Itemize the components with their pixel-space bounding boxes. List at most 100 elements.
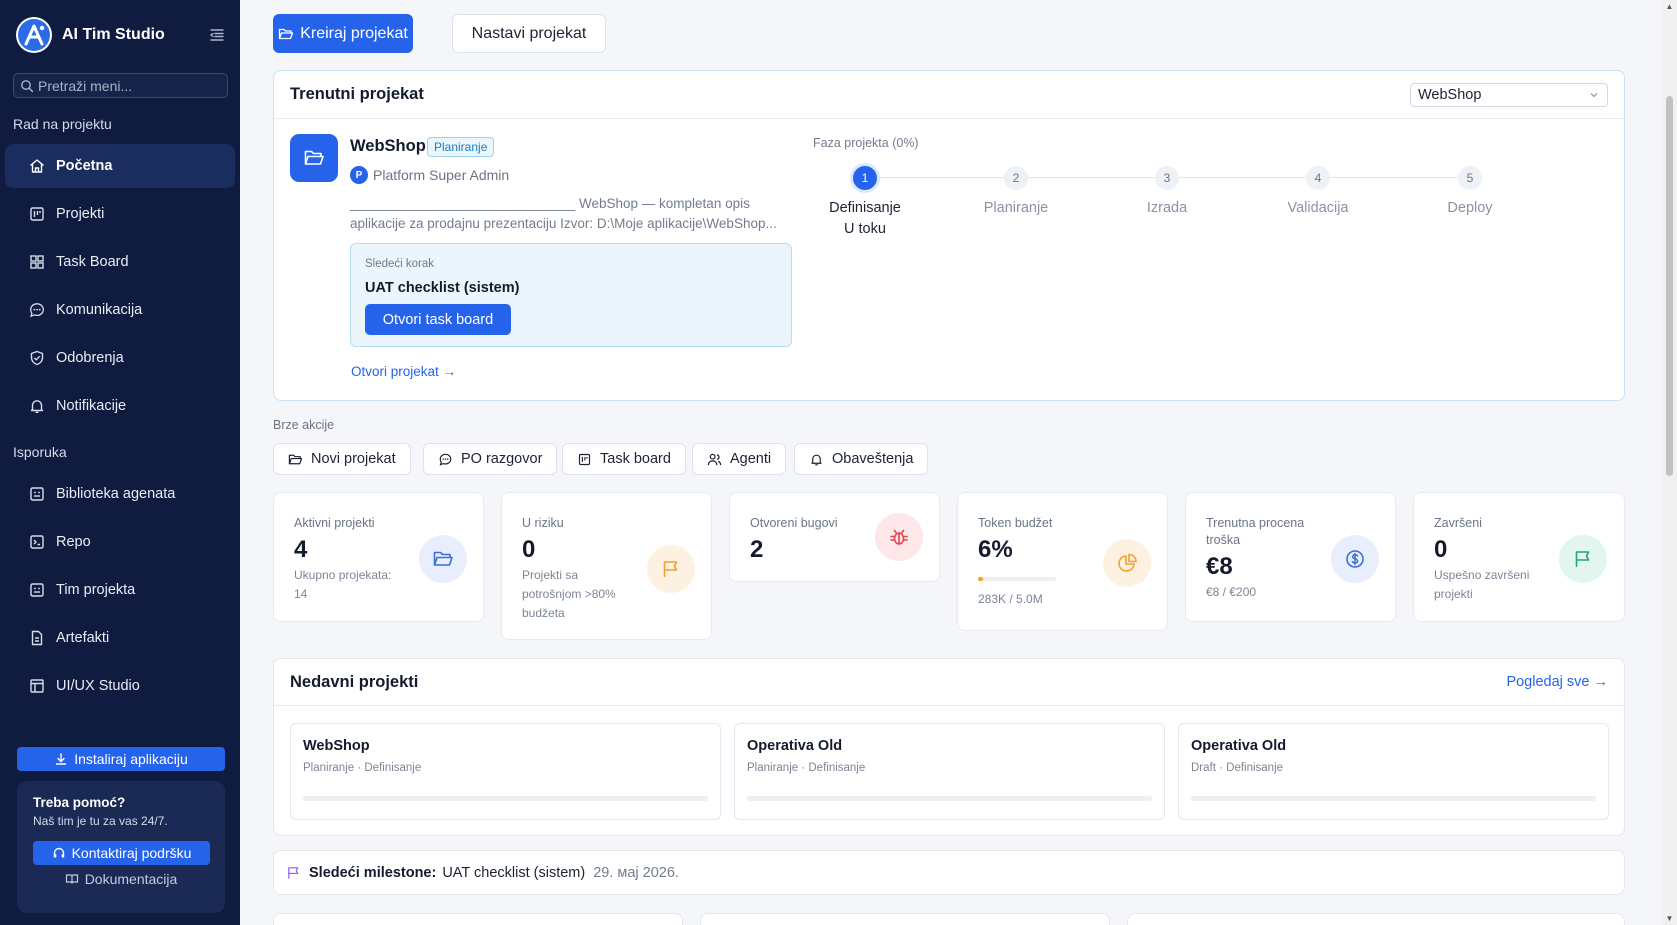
scrollbar[interactable]: ▲ ▼ xyxy=(1662,0,1677,925)
recent-project-item[interactable]: Operativa Old Draft · Definisanje xyxy=(1178,723,1609,820)
scroll-down-icon[interactable]: ▼ xyxy=(1665,914,1674,923)
step-number: 3 xyxy=(1155,166,1179,190)
step-label: Deploy xyxy=(1447,200,1493,216)
step-number: 4 xyxy=(1306,166,1330,190)
install-app-button[interactable]: Instaliraj aplikaciju xyxy=(17,747,225,771)
quick-action-label: Novi projekat xyxy=(311,451,396,467)
recent-project-name: Operativa Old xyxy=(1191,738,1287,754)
project-select[interactable]: WebShop xyxy=(1410,82,1608,107)
sidebar: AI Tim Studio Rad na projektu Početna Pr… xyxy=(0,0,240,925)
stat-completed: Završeni 0 Uspešno završeni projekti xyxy=(1413,492,1625,622)
recent-project-item[interactable]: WebShop Planiranje · Definisanje xyxy=(290,723,721,820)
sidebar-item-uiux-studio[interactable]: UI/UX Studio xyxy=(5,664,235,708)
quick-po-chat-button[interactable]: PO razgovor xyxy=(423,443,558,475)
stat-title: Aktivni projekti xyxy=(294,516,375,530)
contact-support-button[interactable]: Kontaktiraj podršku xyxy=(33,841,210,865)
owner-name: Platform Super Admin xyxy=(373,167,510,183)
stat-subtitle: Ukupno projekata: 14 xyxy=(294,568,392,601)
documentation-link[interactable]: Dokumentacija xyxy=(33,871,209,887)
continue-project-button[interactable]: Nastavi projekat xyxy=(452,14,606,53)
bell-icon xyxy=(30,400,44,413)
sidebar-item-task-board[interactable]: Task Board xyxy=(5,240,235,284)
sidebar-item-odobrenja[interactable]: Odobrenja xyxy=(5,336,235,380)
sidebar-item-projekti[interactable]: Projekti xyxy=(5,192,235,236)
quick-new-project-button[interactable]: Novi projekat xyxy=(273,443,411,475)
agent-library-icon xyxy=(30,487,44,501)
milestone-date: 29. мај 2026. xyxy=(593,864,679,881)
open-project-link[interactable]: Otvori projekat → xyxy=(351,364,456,379)
quick-action-label: Task board xyxy=(600,451,671,467)
scroll-up-icon[interactable]: ▲ xyxy=(1665,2,1674,11)
board-icon xyxy=(578,453,591,465)
app-logo[interactable] xyxy=(16,17,52,53)
home-icon xyxy=(30,159,44,173)
create-project-label: Kreiraj projekat xyxy=(300,24,408,42)
open-task-board-button[interactable]: Otvori task board xyxy=(365,304,511,335)
see-all-link[interactable]: Pogledaj sve → xyxy=(1506,674,1608,690)
phase-step-4: 4 Validacija xyxy=(1258,166,1378,216)
sidebar-item-notifikacije[interactable]: Notifikacije xyxy=(5,384,235,428)
create-project-button[interactable]: Kreiraj projekat xyxy=(273,14,413,53)
recent-project-meta: Planiranje · Definisanje xyxy=(747,762,866,774)
sidebar-item-label: Odobrenja xyxy=(56,350,124,366)
chat-icon xyxy=(439,453,452,466)
recent-project-item[interactable]: Operativa Old Planiranje · Definisanje xyxy=(734,723,1165,820)
quick-actions-label: Brze akcije xyxy=(273,418,335,432)
milestone-value: UAT checklist (sistem) xyxy=(442,864,586,881)
sidebar-header: AI Tim Studio xyxy=(0,0,240,70)
download-icon xyxy=(55,753,67,765)
folder-icon xyxy=(288,454,303,464)
scrollbar-thumb[interactable] xyxy=(1666,96,1673,476)
headset-icon xyxy=(53,847,64,858)
quick-action-label: Agenti xyxy=(730,451,772,467)
recent-projects-header: Nedavni projekti Pogledaj sve → xyxy=(274,659,1624,706)
project-folder-icon xyxy=(290,134,338,182)
quick-agents-button[interactable]: Agenti xyxy=(692,443,787,475)
sidebar-item-label: Artefakti xyxy=(56,630,110,646)
agents-icon xyxy=(707,453,722,465)
app-title: AI Tim Studio xyxy=(62,26,165,43)
stat-cost-estimate: Trenutna procena troška €8 €8 / €200 xyxy=(1185,492,1396,622)
next-step-title: UAT checklist (sistem) xyxy=(365,280,520,296)
next-milestone-bar: Sledeći milestone: UAT checklist (sistem… xyxy=(273,850,1625,895)
recent-project-name: Operativa Old xyxy=(747,738,843,754)
sidebar-item-label: Tim projekta xyxy=(56,582,136,598)
flag-icon xyxy=(1559,535,1607,583)
main-content: Kreiraj projekat Nastavi projekat Trenut… xyxy=(240,0,1662,925)
bug-icon xyxy=(875,513,923,561)
project-owner: P Platform Super Admin xyxy=(350,166,509,184)
current-project-card: Trenutni projekat WebShop WebShop Planir… xyxy=(273,70,1625,401)
project-name: WebShop xyxy=(350,137,426,155)
sidebar-item-label: Projekti xyxy=(56,206,105,222)
sidebar-item-repo[interactable]: Repo xyxy=(5,520,235,564)
sidebar-search[interactable] xyxy=(13,73,228,98)
sidebar-collapse-icon[interactable] xyxy=(208,26,226,44)
next-step-label: Sledeći korak xyxy=(365,258,435,270)
sidebar-item-pocetna[interactable]: Početna xyxy=(5,144,235,188)
book-icon xyxy=(65,874,78,884)
shield-check-icon xyxy=(30,350,44,366)
pie-chart-icon xyxy=(1103,539,1151,587)
quick-action-label: Obaveštenja xyxy=(832,451,914,467)
grid-icon xyxy=(30,255,44,269)
stat-subtitle: Uspešno završeni projekti xyxy=(1434,568,1530,601)
documentation-label: Dokumentacija xyxy=(84,871,178,887)
recent-projects-title: Nedavni projekti xyxy=(290,672,419,691)
sidebar-item-tim-projekta[interactable]: Tim projekta xyxy=(5,568,235,612)
quick-notifications-button[interactable]: Obaveštenja xyxy=(794,443,929,475)
quick-task-board-button[interactable]: Task board xyxy=(562,443,686,475)
step-number: 2 xyxy=(1004,166,1028,190)
progress-fill xyxy=(978,577,983,581)
sidebar-search-input[interactable] xyxy=(38,77,221,94)
phase-step-5: 5 Deploy xyxy=(1410,166,1530,216)
recent-project-name: WebShop xyxy=(303,738,370,754)
sidebar-item-label: Biblioteka agenata xyxy=(56,486,176,502)
recent-project-progress xyxy=(747,796,1152,801)
phase-label: Faza projekta (0%) xyxy=(813,136,919,150)
document-icon xyxy=(31,630,43,646)
sidebar-item-komunikacija[interactable]: Komunikacija xyxy=(5,288,235,332)
sidebar-item-biblioteka-agenata[interactable]: Biblioteka agenata xyxy=(5,472,235,516)
bell-icon xyxy=(811,454,822,465)
sidebar-item-label: Notifikacije xyxy=(56,398,127,414)
sidebar-item-artefakti[interactable]: Artefakti xyxy=(5,616,235,660)
